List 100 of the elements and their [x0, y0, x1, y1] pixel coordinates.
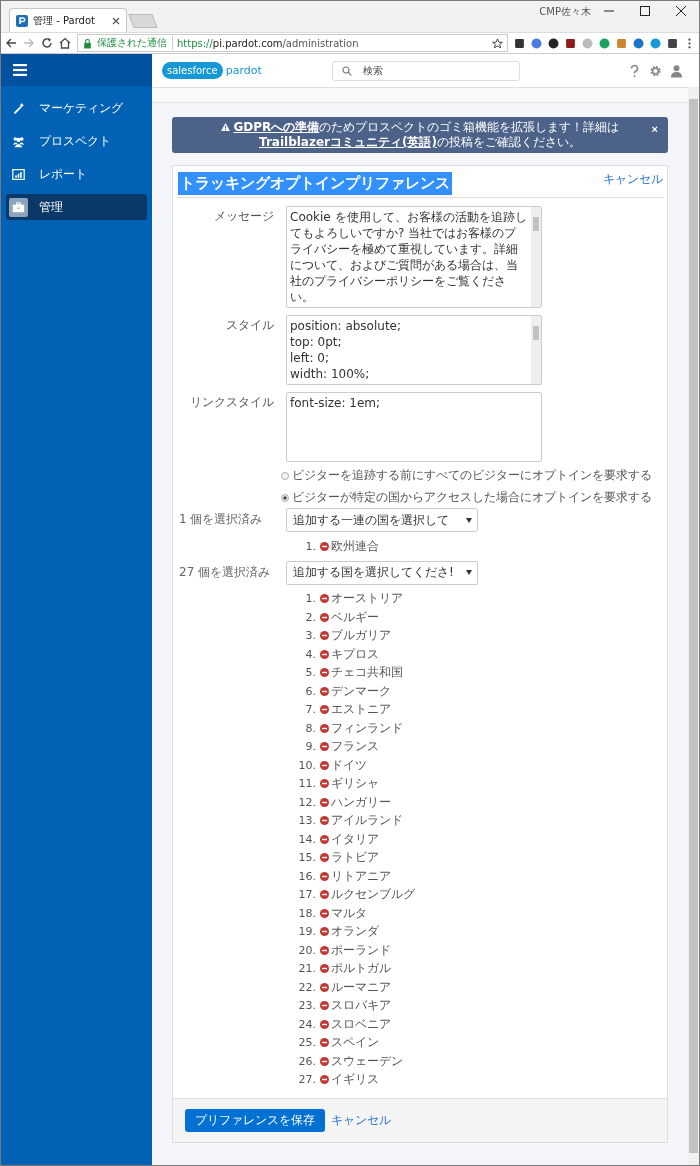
profile-name[interactable]: CMP佐々木 — [539, 5, 591, 19]
text-area[interactable]: Cookie を使用して、お客様の活動を追跡してもよろしいですか? 当社ではお客様のプライバシーを極めて重視しています。詳細について、およびご質問がある場合は、当社のプライバシーポリシーをご覧ください。 — [286, 206, 542, 308]
banner-link[interactable]: Trailblazerコミュニティ(英語) — [259, 135, 437, 149]
remove-icon[interactable] — [320, 816, 329, 826]
country-name: ドイツ — [331, 756, 367, 774]
remove-icon[interactable] — [320, 668, 329, 678]
remove-icon[interactable] — [320, 890, 329, 900]
back-icon[interactable] — [5, 37, 17, 49]
sidebar-item[interactable]: プロスペクト — [6, 128, 147, 154]
remove-icon[interactable] — [320, 594, 329, 604]
remove-icon[interactable] — [320, 1056, 329, 1066]
home-icon[interactable] — [59, 37, 71, 49]
help-icon[interactable] — [628, 63, 641, 78]
address-bar[interactable]: 保護された通信 https://pi.pardot.com/administration — [77, 34, 508, 52]
list-number: 17. — [298, 888, 316, 902]
remove-icon[interactable] — [320, 945, 329, 955]
cancel-link[interactable]: キャンセル — [603, 171, 663, 195]
field-label: メッセージ — [213, 208, 274, 225]
remove-icon[interactable] — [320, 631, 329, 641]
country-name: ギリシャ — [331, 775, 379, 793]
country-name: ルクセンブルグ — [331, 886, 415, 904]
text-area[interactable]: font-size: 1em; — [286, 392, 542, 462]
country-name: リトアニア — [331, 867, 391, 885]
country-select[interactable]: 追加する国を選択してくださ! — [286, 560, 478, 585]
remove-icon[interactable] — [320, 760, 329, 770]
list-number: 1. — [304, 539, 316, 553]
sidebar-item[interactable]: レポート — [6, 161, 147, 187]
close-button[interactable]: × — [651, 123, 658, 135]
extension-icon[interactable] — [514, 37, 525, 49]
remove-icon[interactable] — [320, 612, 329, 622]
country-name: ベルギー — [331, 608, 379, 626]
list-number: 6. — [304, 684, 316, 698]
remove-icon[interactable] — [320, 705, 329, 715]
list-number: 7. — [304, 703, 316, 717]
banner-link[interactable]: GDPRへの準備 — [233, 120, 320, 134]
sidebar-item[interactable]: マーケティング — [6, 95, 147, 121]
country-name: ポルトガル — [331, 960, 391, 978]
radio-button[interactable] — [281, 471, 289, 480]
radio-button[interactable] — [281, 493, 289, 502]
extension-icon[interactable] — [548, 37, 559, 49]
list-number: 4. — [304, 647, 316, 661]
list-number: 9. — [304, 740, 316, 754]
remove-icon[interactable] — [320, 541, 329, 551]
remove-icon[interactable] — [320, 834, 329, 844]
list-number: 19. — [298, 925, 316, 939]
country-select[interactable]: 追加する一連の国を選択して — [286, 508, 478, 532]
settings-icon[interactable] — [649, 63, 662, 78]
star-icon[interactable] — [492, 37, 503, 49]
remove-icon[interactable] — [320, 723, 329, 733]
field-label: スタイル — [225, 317, 274, 334]
remove-icon[interactable] — [320, 1038, 329, 1048]
remove-icon[interactable] — [320, 964, 329, 974]
text-area[interactable]: position: absolute; top: 0pt; left: 0; width: 100%; — [286, 315, 542, 385]
close-icon[interactable] — [112, 16, 120, 25]
radio-option[interactable]: ビジターが特定の国からアクセスした場合にオプトインを要求する — [281, 489, 663, 506]
remove-icon[interactable] — [320, 742, 329, 752]
search-icon — [342, 65, 352, 76]
reload-icon[interactable] — [41, 37, 53, 49]
remove-icon[interactable] — [320, 1001, 329, 1011]
selected-count: 1 個を選択済み — [178, 511, 264, 528]
list-number: 27. — [298, 1073, 316, 1087]
radio-option[interactable]: ビジターを追跡する前にすべてのビジターにオプトインを要求する — [281, 467, 663, 484]
country-name: イギリス — [331, 1071, 379, 1089]
remove-icon[interactable] — [320, 982, 329, 992]
list-number: 15. — [298, 851, 316, 865]
country-name: スペイン — [331, 1034, 379, 1052]
remove-icon[interactable] — [320, 871, 329, 881]
remove-icon[interactable] — [320, 1019, 329, 1029]
scrollbar[interactable] — [531, 207, 541, 307]
list-number: 8. — [304, 721, 316, 735]
people-icon — [12, 134, 25, 148]
extension-icon[interactable] — [667, 37, 678, 49]
remove-icon[interactable] — [320, 1075, 329, 1085]
bar-chart-icon — [12, 167, 25, 181]
country-name: フランス — [331, 738, 379, 756]
remove-icon[interactable] — [320, 853, 329, 863]
menu-icon[interactable] — [13, 64, 27, 76]
remove-icon[interactable] — [320, 686, 329, 696]
cancel-link[interactable]: キャンセル — [331, 1112, 391, 1129]
remove-icon[interactable] — [320, 649, 329, 659]
remove-icon[interactable] — [320, 927, 329, 937]
list-number: 16. — [298, 869, 316, 883]
remove-icon[interactable] — [320, 908, 329, 918]
remove-icon[interactable] — [320, 779, 329, 789]
user-icon[interactable] — [670, 63, 683, 78]
list-number: 10. — [298, 758, 316, 772]
search-field[interactable]: 検索 — [332, 60, 520, 81]
list-number: 26. — [298, 1054, 316, 1068]
briefcase-icon — [9, 197, 28, 217]
scrollbar-thumb[interactable] — [689, 99, 698, 1153]
extension-icon[interactable] — [565, 37, 576, 49]
country-name: スウェーデン — [331, 1052, 403, 1070]
list-number: 21. — [298, 962, 316, 976]
scrollbar[interactable] — [531, 316, 541, 384]
country-name: ラトビア — [331, 849, 379, 867]
browser-tab[interactable]: 管理 - Pardot — [9, 8, 127, 32]
save-button[interactable]: プリファレンスを保存 — [185, 1109, 325, 1132]
sidebar-item[interactable]: 管理 — [6, 194, 147, 220]
announcement-text: GDPRへの準備のためプロスペクトのゴミ箱機能を拡張します！詳細は Trailblazerコミュニティ(英語)の投稿をご確認ください。 — [198, 120, 642, 150]
remove-icon[interactable] — [320, 797, 329, 807]
